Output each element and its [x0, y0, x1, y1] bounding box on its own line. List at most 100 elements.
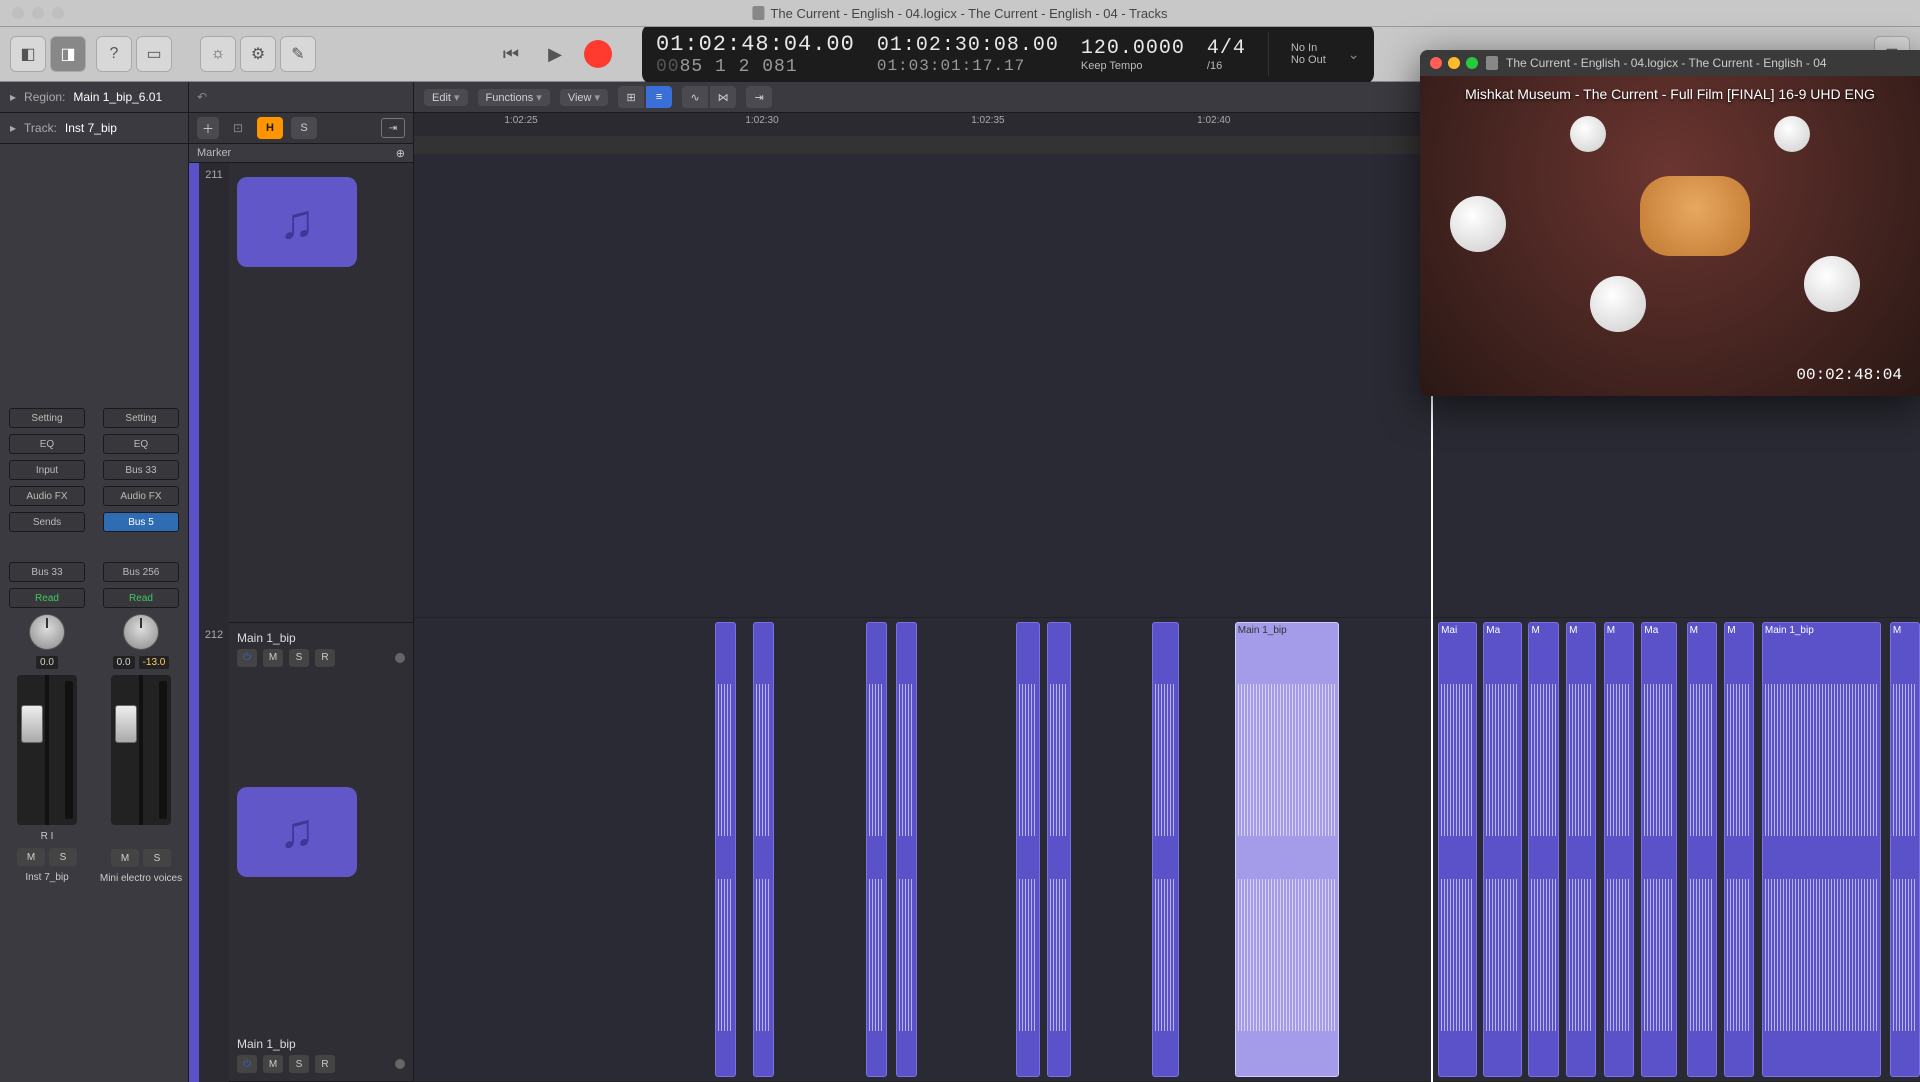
audiofx-slot[interactable]: Audio FX [103, 486, 179, 506]
audio-clip[interactable]: Main 1_bip [1235, 622, 1339, 1077]
audio-clip[interactable]: M [1566, 622, 1596, 1077]
add-marker-icon[interactable]: ⊕ [396, 147, 405, 160]
solo-button[interactable]: S [143, 849, 171, 867]
gain-value: -13.0 [139, 656, 170, 669]
setting-slot[interactable]: Setting [103, 408, 179, 428]
automation-slot[interactable]: Read [103, 588, 179, 608]
solo-header-button[interactable]: S [291, 117, 317, 139]
audio-clip[interactable] [753, 622, 774, 1077]
audio-clip[interactable] [866, 622, 887, 1077]
eq-slot[interactable]: EQ [103, 434, 179, 454]
chevron-right-icon: ▸ [10, 90, 16, 104]
help-button[interactable]: ? [96, 36, 132, 72]
solo-button[interactable]: S [49, 848, 77, 866]
lane-2[interactable]: Main 1_bipMaiMaMMMMaMMMain 1_bipM [414, 618, 1920, 1082]
audio-clip[interactable]: Mai [1438, 622, 1477, 1077]
volume-fader[interactable] [111, 675, 171, 825]
track-row[interactable]: ♫ [229, 163, 413, 623]
audiofx-slot[interactable]: Audio FX [9, 486, 85, 506]
track-row[interactable]: Main 1_bip ⏻ M S R ♫ Main 1_bip ⏻ M [229, 623, 413, 1082]
brightness-button[interactable]: ☼ [200, 36, 236, 72]
list-view-icon[interactable]: ≡ [646, 86, 672, 108]
video-window[interactable]: The Current - English - 04.logicx - The … [1420, 50, 1920, 396]
cycle-in[interactable]: No In [1291, 42, 1326, 54]
view-menu[interactable]: View [560, 89, 608, 106]
mute-button[interactable]: M [17, 848, 45, 866]
smpte-secondary[interactable]: 01:02:30:08.00 [877, 34, 1059, 57]
edit-tool-button[interactable]: ✎ [280, 36, 316, 72]
division[interactable]: /16 [1207, 60, 1246, 72]
audio-clip[interactable]: Ma [1641, 622, 1677, 1077]
marker-track-header[interactable]: Marker ⊕ [189, 144, 413, 163]
play-button[interactable]: ▶ [540, 39, 570, 69]
setting-slot[interactable]: Setting [9, 408, 85, 428]
tempo[interactable]: 120.0000 [1081, 37, 1185, 60]
functions-menu[interactable]: Functions [478, 89, 550, 106]
audio-clip[interactable]: Ma [1483, 622, 1522, 1077]
solo-button[interactable]: S [289, 649, 309, 667]
go-to-start-button[interactable]: ⏮ [496, 39, 526, 69]
library-button[interactable]: ◧ [10, 36, 46, 72]
send-slot[interactable]: Bus 5 [103, 512, 179, 532]
audio-clip[interactable] [1152, 622, 1179, 1077]
edit-menu[interactable]: Edit [424, 89, 468, 106]
audio-clip[interactable]: M [1724, 622, 1754, 1077]
automation-slot[interactable]: Read [9, 588, 85, 608]
mute-button[interactable]: M [263, 1055, 283, 1073]
video-titlebar[interactable]: The Current - English - 04.logicx - The … [1420, 50, 1920, 76]
track-number: 211 [199, 163, 229, 623]
power-button[interactable]: ⏻ [237, 1055, 257, 1073]
audio-clip[interactable]: M [1890, 622, 1920, 1077]
track-name[interactable]: Main 1_bip [237, 1037, 405, 1051]
input-slot[interactable]: Bus 33 [103, 460, 179, 480]
region-label: Region: [24, 90, 65, 104]
back-arrow-icon[interactable]: ↶ [197, 90, 207, 104]
freeze-button[interactable]: ⊡ [227, 117, 249, 139]
automation-icon[interactable]: ∿ [682, 86, 708, 108]
output-slot[interactable]: Bus 256 [103, 562, 179, 582]
track-name[interactable]: Main 1_bip [237, 631, 405, 645]
audio-clip[interactable] [1047, 622, 1071, 1077]
lcd-dropdown-icon[interactable]: ⌄ [1348, 46, 1360, 63]
solo-button[interactable]: S [289, 1055, 309, 1073]
region-header[interactable]: ▸ Region: Main 1_bip_6.01 [0, 82, 188, 113]
audio-clip[interactable]: M [1604, 622, 1634, 1077]
sliders-button[interactable]: ⚙ [240, 36, 276, 72]
flex-icon[interactable]: ⋈ [710, 86, 736, 108]
volume-fader[interactable] [17, 675, 77, 825]
cycle-out[interactable]: No Out [1291, 54, 1326, 66]
track-header[interactable]: ▸ Track: Inst 7_bip [0, 113, 188, 144]
inspector-button[interactable]: ◨ [50, 36, 86, 72]
grid-view-icon[interactable]: ⊞ [618, 86, 644, 108]
mute-button[interactable]: M [111, 849, 139, 867]
audio-clip[interactable] [715, 622, 736, 1077]
audio-clip[interactable]: Main 1_bip [1762, 622, 1881, 1077]
audio-clip[interactable] [896, 622, 917, 1077]
catch-icon[interactable]: ⇥ [746, 86, 772, 108]
tempo-mode[interactable]: Keep Tempo [1081, 60, 1185, 72]
eq-slot[interactable]: EQ [9, 434, 85, 454]
bbt-primary[interactable]: 0085 1 2 081 [656, 57, 855, 77]
movie-button[interactable]: ▭ [136, 36, 172, 72]
audio-clip[interactable] [1016, 622, 1040, 1077]
pan-knob[interactable] [123, 614, 159, 650]
pan-knob[interactable] [29, 614, 65, 650]
traffic-lights[interactable] [0, 7, 64, 19]
input-slot[interactable]: Input [9, 460, 85, 480]
power-button[interactable]: ⏻ [237, 649, 257, 667]
record-enable-button[interactable]: R [315, 1055, 335, 1073]
record-enable-button[interactable]: R [315, 649, 335, 667]
smpte-primary[interactable]: 01:02:48:04.00 [656, 32, 855, 57]
hide-button[interactable]: H [257, 117, 283, 139]
audio-clip[interactable]: M [1687, 622, 1717, 1077]
record-button[interactable] [584, 40, 612, 68]
bbt-secondary[interactable]: 01:03:01:17.17 [877, 57, 1059, 75]
mute-button[interactable]: M [263, 649, 283, 667]
add-track-button[interactable]: ＋ [197, 117, 219, 139]
timesig[interactable]: 4/4 [1207, 37, 1246, 60]
io-button[interactable]: ⇥ [381, 118, 405, 138]
audio-clip[interactable]: M [1528, 622, 1558, 1077]
sends-slot[interactable]: Sends [9, 512, 85, 532]
video-traffic-lights[interactable] [1430, 57, 1478, 69]
output-slot[interactable]: Bus 33 [9, 562, 85, 582]
